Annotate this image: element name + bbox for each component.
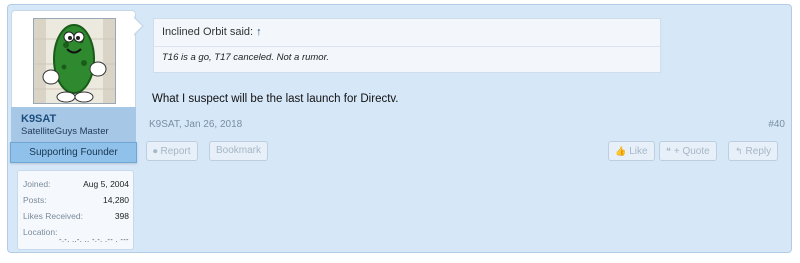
post-number[interactable]: #40: [768, 119, 785, 130]
quote-jump-up-icon[interactable]: ↑: [256, 26, 262, 38]
joined-row: Joined: Aug 5, 2004: [23, 177, 129, 191]
quote-block: Inclined Orbit said: ↑ T16 is a go, T17 c…: [153, 18, 661, 73]
user-name-box: K9SAT SatelliteGuys Master: [11, 107, 136, 142]
avatar[interactable]: [33, 18, 116, 104]
like-label: Like: [629, 146, 648, 157]
report-button[interactable]: ⏺ Report: [146, 141, 198, 161]
thumbs-up-icon: 👍: [615, 146, 627, 156]
joined-value: Aug 5, 2004: [83, 179, 129, 189]
author-panel: K9SAT SatelliteGuys Master Supporting Fo…: [10, 10, 144, 251]
posts-value[interactable]: 14,280: [103, 193, 129, 207]
avatar-container: [11, 10, 136, 108]
reply-label: Reply: [745, 146, 772, 157]
likes-value: 398: [114, 211, 129, 221]
user-extra-info: Joined: Aug 5, 2004 Posts: 14,280 Likes …: [17, 170, 134, 250]
post-content: Inclined Orbit said: ↑ T16 is a go, T17 c…: [146, 15, 788, 251]
quote-text: T16 is a go, T17 canceled. Not a rumor.: [162, 52, 330, 63]
avatar-pointer-fill: [133, 17, 142, 35]
location-value[interactable]: -.-. ..-. .. -.-. .-- . ---: [59, 237, 129, 244]
bookmark-button[interactable]: Bookmark: [209, 141, 269, 161]
pickle-mascot-icon: [34, 19, 115, 103]
username-link[interactable]: K9SAT: [21, 113, 56, 125]
report-label: Report: [160, 146, 191, 157]
bookmark-label: Bookmark: [216, 145, 262, 156]
user-title: SatelliteGuys Master: [21, 126, 109, 137]
message-text: What I suspect will be the last launch f…: [152, 93, 399, 105]
alert-icon: ⏺: [153, 146, 158, 156]
likes-label: Likes Received:: [23, 211, 84, 221]
location-label: Location:: [23, 227, 58, 237]
quote-header: Inclined Orbit said: ↑: [154, 19, 660, 47]
post-author-date[interactable]: K9SAT, Jan 26, 2018: [149, 119, 242, 130]
user-banner: Supporting Founder: [10, 142, 137, 163]
joined-label: Joined:: [23, 179, 51, 189]
like-button[interactable]: 👍 Like: [608, 141, 655, 161]
quote-attribution: Inclined Orbit said:: [162, 26, 254, 38]
reply-button[interactable]: ↰ Reply: [728, 141, 779, 161]
likes-row: Likes Received: 398: [23, 209, 129, 223]
posts-label: Posts:: [23, 195, 47, 205]
quote-button[interactable]: ❝ + Quote: [659, 141, 717, 161]
post-container: K9SAT SatelliteGuys Master Supporting Fo…: [7, 4, 792, 253]
posts-row: Posts: 14,280: [23, 193, 129, 207]
reply-arrow-icon: ↰: [735, 146, 743, 156]
quote-icon: ❝: [666, 146, 671, 156]
quote-label: + Quote: [673, 146, 710, 157]
